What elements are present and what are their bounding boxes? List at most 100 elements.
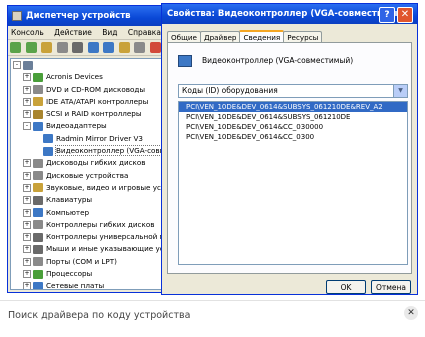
tree-item[interactable]: + Звуковые, видео и игровые устройства — [11, 182, 171, 194]
properties-titlebar[interactable]: Свойства: Видеоконтроллер (VGA-совместим… — [162, 4, 417, 24]
tree-item[interactable]: - — [11, 59, 171, 71]
cancel-button[interactable]: Отмена — [371, 280, 411, 294]
device-icon — [33, 195, 43, 205]
back-icon[interactable] — [10, 42, 21, 53]
tree-item-label: Клавиатуры — [46, 195, 93, 205]
help-button[interactable]: ? — [379, 7, 395, 23]
expand-icon[interactable]: + — [23, 208, 31, 217]
device-header: Видеоконтроллер (VGA-совместимый) — [178, 55, 353, 67]
device-icon — [33, 183, 43, 193]
monitor-icon — [178, 55, 192, 67]
tree-item[interactable]: + Порты (COM и LPT) — [11, 256, 171, 268]
ok-button[interactable]: OK — [326, 280, 366, 294]
expand-icon[interactable]: + — [23, 171, 31, 180]
caption-close-icon[interactable]: ✕ — [404, 306, 418, 320]
device-manager-window: Диспетчер устройств Консоль Действие Вид… — [7, 5, 175, 293]
tree-item-label: Порты (COM и LPT) — [46, 256, 117, 266]
tree-item-label: Видеоконтроллер (VGA-совместимый) — [55, 145, 171, 157]
tree-item[interactable]: - Видеоадаптеры — [11, 120, 171, 132]
tree-item-label: Acronis Devices — [46, 72, 103, 82]
update-driver-icon[interactable] — [118, 42, 130, 53]
device-icon — [33, 121, 43, 131]
value-list[interactable]: PCI\VEN_10DE&DEV_0614&SUBSYS_061210DE&RE… — [178, 101, 408, 265]
tree-item[interactable]: + Контроллеры универсальной последователь… — [11, 231, 171, 243]
expand-icon[interactable]: + — [23, 282, 31, 289]
expand-icon[interactable]: + — [23, 73, 31, 82]
expand-icon[interactable]: + — [23, 220, 31, 229]
collapse-icon[interactable]: - — [23, 122, 31, 131]
properties-dialog: Свойства: Видеоконтроллер (VGA-совместим… — [161, 3, 418, 295]
device-icon — [33, 85, 43, 95]
help-icon[interactable] — [87, 42, 99, 53]
value-list-item[interactable]: PCI\VEN_10DE&DEV_0614&SUBSYS_061210DE&RE… — [179, 102, 407, 112]
tab-strip: Общие Драйвер Сведения Ресурсы — [167, 29, 323, 45]
caption-text: Поиск драйвера по коду устройства — [8, 310, 191, 321]
tree-item[interactable]: Radmin Mirror Driver V3 — [11, 133, 171, 145]
value-list-item[interactable]: PCI\VEN_10DE&DEV_0614&SUBSYS_061210DE — [179, 112, 407, 122]
up-icon[interactable] — [41, 42, 53, 53]
device-manager-titlebar[interactable]: Диспетчер устройств — [8, 6, 174, 26]
device-icon — [33, 232, 43, 242]
expand-icon[interactable]: + — [23, 270, 31, 279]
details-panel: Видеоконтроллер (VGA-совместимый) Коды (… — [167, 42, 412, 274]
device-manager-app-icon — [12, 11, 22, 21]
tree-item[interactable]: + Сетевые платы — [11, 280, 171, 289]
chevron-down-icon[interactable]: ▼ — [393, 85, 407, 97]
tree-item-label: Radmin Mirror Driver V3 — [56, 133, 143, 143]
menu-action[interactable]: Действие — [54, 28, 92, 37]
tree-item[interactable]: + Мыши и иные указывающие устройства — [11, 243, 171, 255]
device-manager-title: Диспетчер устройств — [26, 11, 131, 21]
menu-console[interactable]: Консоль — [11, 28, 44, 37]
collapse-icon[interactable]: - — [13, 61, 21, 69]
tree-item[interactable]: + Дисковые устройства — [11, 170, 171, 182]
tree-item[interactable]: + DVD и CD-ROM дисководы — [11, 84, 171, 96]
tree-item[interactable]: + Контроллеры гибких дисков — [11, 219, 171, 231]
device-icon — [43, 146, 53, 156]
tree-item[interactable]: Видеоконтроллер (VGA-совместимый) — [11, 145, 171, 157]
tree-item-label: Процессоры — [46, 269, 93, 279]
scan-hardware-icon[interactable] — [103, 42, 115, 53]
tree-item-label: Дисководы гибких дисков — [46, 158, 146, 168]
device-icon — [33, 109, 43, 119]
property-select[interactable]: Коды (ID) оборудования ▼ — [178, 84, 408, 98]
expand-icon[interactable]: + — [23, 245, 31, 254]
value-list-item[interactable]: PCI\VEN_10DE&DEV_0614&CC_0300 — [179, 132, 407, 142]
tree-item[interactable]: + Дисководы гибких дисков — [11, 157, 171, 169]
device-icon — [33, 97, 43, 107]
expand-icon[interactable]: + — [23, 97, 31, 106]
tree-item[interactable]: + Процессоры — [11, 268, 171, 280]
tree-item-label: Контроллеры гибких дисков — [46, 219, 155, 229]
properties-icon[interactable] — [56, 42, 68, 53]
device-icon — [33, 208, 43, 218]
caption-bar: Поиск драйвера по коду устройства ✕ — [0, 300, 425, 337]
uninstall-device-icon[interactable] — [149, 42, 161, 53]
expand-icon[interactable]: + — [23, 183, 31, 192]
close-button[interactable]: ✕ — [397, 7, 413, 23]
tree-item[interactable]: + Клавиатуры — [11, 194, 171, 206]
tree-item[interactable]: + Acronis Devices — [11, 71, 171, 83]
menu-view[interactable]: Вид — [102, 28, 117, 37]
tree-item-label: IDE ATA/ATAPI контроллеры — [46, 96, 149, 106]
expand-icon[interactable]: + — [23, 110, 31, 119]
device-icon — [33, 244, 43, 254]
tree-item-label: Видеоадаптеры — [46, 121, 107, 131]
device-tree[interactable]: - + Acronis Devices + DVD и CD-ROM дисководы… — [10, 58, 172, 290]
menu-help[interactable]: Справка — [128, 28, 161, 37]
tree-item[interactable]: + Компьютер — [11, 207, 171, 219]
expand-icon[interactable]: + — [23, 257, 31, 266]
disable-device-icon[interactable] — [134, 42, 146, 53]
expand-icon[interactable]: + — [23, 159, 31, 168]
forward-icon[interactable] — [25, 42, 37, 53]
device-icon — [33, 257, 43, 267]
tree-item-label: Компьютер — [46, 207, 90, 217]
tree-item[interactable]: + SCSI и RAID контроллеры — [11, 108, 171, 120]
tree-item-label: SCSI и RAID контроллеры — [46, 109, 142, 119]
print-icon[interactable] — [72, 42, 84, 53]
expand-icon[interactable]: + — [23, 85, 31, 94]
value-list-item[interactable]: PCI\VEN_10DE&DEV_0614&CC_030000 — [179, 122, 407, 132]
expand-icon[interactable]: + — [23, 233, 31, 242]
expand-icon[interactable]: + — [23, 196, 31, 205]
tree-item[interactable]: + IDE ATA/ATAPI контроллеры — [11, 96, 171, 108]
device-manager-menubar: Консоль Действие Вид Справка — [8, 26, 174, 40]
device-icon — [43, 134, 53, 144]
